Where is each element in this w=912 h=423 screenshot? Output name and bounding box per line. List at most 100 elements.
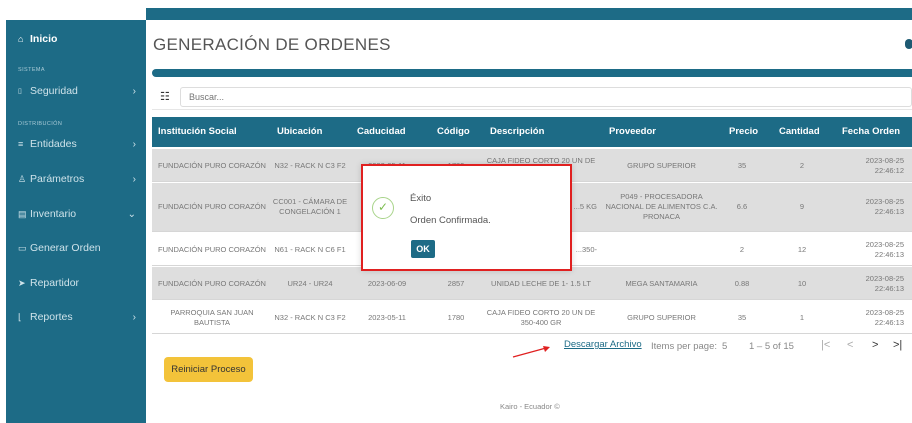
table-row[interactable]: PARROQUIA SAN JUAN BAUTISTA N32 - RACK N… xyxy=(152,301,912,334)
ok-button[interactable]: OK xyxy=(411,240,435,258)
cell-cantidad: 9 xyxy=(799,202,805,211)
cell-institucion: FUNDACIÓN PURO CORAZÓN xyxy=(158,202,266,211)
cell-descripcion: UNIDAD LECHE DE 1- 1.5 LT xyxy=(491,278,591,288)
items-per-page-select[interactable]: 5 xyxy=(722,338,727,354)
column-header-ubicacion[interactable]: Ubicación xyxy=(277,117,322,147)
cell-ubicacion: UR24 - UR24 xyxy=(287,278,333,288)
filter-icon[interactable]: ☷ xyxy=(160,90,170,103)
cell-codigo: 1780 xyxy=(447,312,465,322)
items-per-page-label: Items per page: xyxy=(651,340,718,352)
cell-fecha-orden: 2023-08-25 22:46:13 xyxy=(865,307,904,327)
cell-proveedor: GRUPO SUPERIOR xyxy=(627,312,696,322)
check-icon: ✓ xyxy=(372,197,394,219)
confirmation-dialog: ✓ Éxito Orden Confirmada. OK xyxy=(361,164,572,271)
column-header-codigo[interactable]: Código xyxy=(437,117,470,147)
cell-cantidad: 1 xyxy=(799,312,805,322)
cell-cantidad: 2 xyxy=(799,160,805,170)
cell-precio: 35 xyxy=(737,160,747,170)
column-header-caducidad[interactable]: Caducidad xyxy=(357,117,406,147)
lock-icon: ▯ xyxy=(18,88,22,95)
cell-codigo: 2857 xyxy=(447,278,465,288)
list-icon: ≡ xyxy=(18,139,24,149)
cell-institucion: FUNDACIÓN PURO CORAZÓN xyxy=(158,278,266,288)
search-input[interactable] xyxy=(180,87,912,107)
sidebar-item-label: Seguridad xyxy=(30,85,78,97)
cell-precio: 35 xyxy=(737,312,747,322)
sidebar-section-sistema: SISTEMA xyxy=(18,67,45,73)
sidebar-item-label: Repartidor xyxy=(30,277,80,289)
user-menu-icon[interactable] xyxy=(905,39,912,49)
arrow-annotation-icon xyxy=(512,346,550,358)
column-header-precio[interactable]: Precio xyxy=(729,117,758,147)
sidebar-item-label: Generar Orden xyxy=(30,242,101,254)
cell-proveedor: GRUPO SUPERIOR xyxy=(627,160,696,170)
cell-precio: 0.88 xyxy=(734,278,750,288)
page-title: GENERACIÓN DE ORDENES xyxy=(153,35,391,54)
send-icon: ➤ xyxy=(18,277,26,288)
chevron-down-icon: ⌄ xyxy=(127,208,136,220)
sidebar-item-inventario[interactable]: ▤ Inventario ⌄ xyxy=(6,204,146,224)
download-file-link[interactable]: Descargar Archivo xyxy=(564,339,642,350)
cell-cantidad: 10 xyxy=(797,278,807,288)
dialog-title: Éxito xyxy=(410,193,432,204)
sidebar-item-reportes[interactable]: ⌊ Reportes › xyxy=(6,307,146,327)
cell-ubicacion: N32 - RACK N C3 F2 xyxy=(274,312,346,322)
page-range: 1 – 5 of 15 xyxy=(749,340,794,352)
top-bar xyxy=(146,8,912,20)
sidebar-item-entidades[interactable]: ≡ Entidades › xyxy=(6,134,146,154)
chart-icon: ⌊ xyxy=(18,311,22,322)
home-icon: ⌂ xyxy=(18,34,24,44)
sidebar-item-parametros[interactable]: ♙ Parámetros › xyxy=(6,169,146,189)
sidebar-item-label: Inicio xyxy=(30,33,58,45)
dialog-message: Orden Confirmada. xyxy=(410,215,491,226)
cell-institucion: PARROQUIA SAN JUAN BAUTISTA xyxy=(170,307,254,327)
sidebar-item-label: Entidades xyxy=(30,138,77,150)
previous-page-icon[interactable]: < xyxy=(847,339,853,351)
cell-precio: 2 xyxy=(739,244,745,254)
cell-precio: 6.6 xyxy=(736,202,748,211)
cell-fecha-orden: 2023-08-25 22:46:13 xyxy=(865,197,904,216)
cell-fecha-orden: 2023-08-25 22:46:13 xyxy=(865,273,904,293)
progress-bar xyxy=(152,69,912,77)
search-bar: ☷ xyxy=(152,84,912,110)
cell-ubicacion: CC001 - CÁMARA DE CONGELACIÓN 1 xyxy=(272,197,348,216)
sidebar-item-generar-orden[interactable]: ▭ Generar Orden xyxy=(6,238,146,258)
cell-caducidad: 2023-06-09 xyxy=(367,278,407,288)
sidebar-item-repartidor[interactable]: ➤ Repartidor xyxy=(6,273,146,293)
users-icon: ♙ xyxy=(18,173,27,184)
cell-ubicacion: N32 - RACK N C3 F2 xyxy=(274,160,346,170)
column-header-fecha-orden[interactable]: Fecha Orden xyxy=(842,117,900,147)
sidebar: ⌂ Inicio SISTEMA ▯ Seguridad › DISTRIBUC… xyxy=(6,20,146,423)
chevron-right-icon: › xyxy=(132,311,136,323)
cell-proveedor xyxy=(604,233,719,266)
order-icon: ▭ xyxy=(18,242,27,253)
cell-descripcion: CAJA FIDEO CORTO 20 UN DE 350-400 GR xyxy=(486,307,596,327)
sidebar-item-seguridad[interactable]: ▯ Seguridad › xyxy=(6,81,146,101)
sidebar-item-label: Parámetros xyxy=(30,173,85,185)
cell-proveedor: MEGA SANTAMARIA xyxy=(625,278,698,288)
chevron-right-icon: › xyxy=(132,138,136,150)
cell-caducidad: 2023-05-11 xyxy=(368,312,406,322)
sidebar-section-distribucion: DISTRIBUCIÓN xyxy=(18,121,63,127)
next-page-icon[interactable]: > xyxy=(872,339,878,351)
chevron-right-icon: › xyxy=(132,173,136,185)
table-row[interactable]: FUNDACIÓN PURO CORAZÓN UR24 - UR24 2023-… xyxy=(152,267,912,300)
table-header: Institución Social Ubicación Caducidad C… xyxy=(152,117,912,147)
column-header-proveedor[interactable]: Proveedor xyxy=(609,117,656,147)
first-page-icon[interactable]: |< xyxy=(821,339,830,351)
cell-ubicacion: N61 - RACK N C6 F1 xyxy=(274,244,346,254)
reset-process-button[interactable]: Reiniciar Proceso xyxy=(164,357,253,382)
column-header-cantidad[interactable]: Cantidad xyxy=(779,117,820,147)
sidebar-item-label: Reportes xyxy=(30,311,73,323)
column-header-descripcion[interactable]: Descripción xyxy=(490,117,544,147)
cell-fecha-orden: 2023-08-25 22:46:12 xyxy=(865,155,904,175)
cell-proveedor: P049 - PROCESADORA NACIONAL DE ALIMENTOS… xyxy=(605,192,718,221)
cell-institucion: FUNDACIÓN PURO CORAZÓN xyxy=(158,244,266,254)
cell-cantidad: 12 xyxy=(797,244,807,254)
column-header-institucion[interactable]: Institución Social xyxy=(158,117,237,147)
sidebar-item-inicio[interactable]: ⌂ Inicio xyxy=(6,29,146,49)
sidebar-item-label: Inventario xyxy=(30,208,77,220)
cell-institucion: FUNDACIÓN PURO CORAZÓN xyxy=(158,160,266,170)
last-page-icon[interactable]: >| xyxy=(893,339,902,351)
footer-text: Kairo - Ecuador © xyxy=(500,402,560,411)
